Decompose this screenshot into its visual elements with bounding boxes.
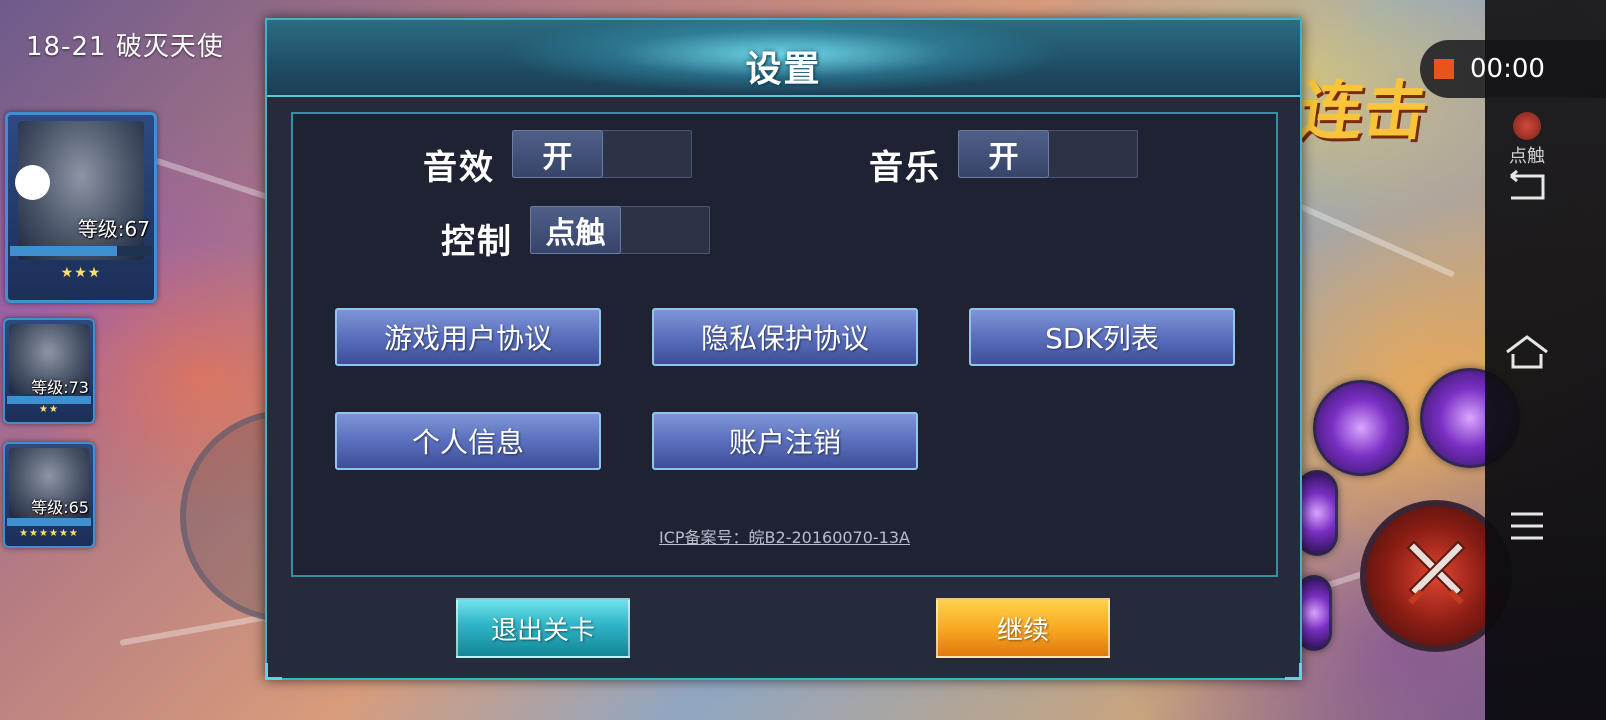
touch-indicator (15, 165, 50, 200)
tap-icon (1513, 112, 1541, 140)
hero-hp-bar (7, 396, 91, 404)
dialog-title: 设置 (745, 49, 822, 90)
settings-content: 音效 开 音乐 开 控制 点触 游戏用户协议 隐私保护协议 SDK列表 个人信息… (291, 112, 1278, 577)
sound-toggle[interactable]: 开 (512, 130, 692, 178)
hero-stars: ★★★ (60, 265, 102, 281)
icp-license-link[interactable]: ICP备案号：皖B2-20160070-13A (293, 524, 1276, 548)
stop-record-icon[interactable] (1434, 59, 1454, 79)
music-toggle[interactable]: 开 (958, 130, 1138, 178)
dialog-header: 设置 (267, 20, 1300, 97)
corner-ornament (265, 663, 282, 680)
screen-recorder[interactable]: 00:00 (1420, 40, 1606, 98)
home-icon[interactable] (1503, 332, 1551, 372)
system-nav-bar (1485, 0, 1606, 720)
record-timer: 00:00 (1470, 54, 1545, 84)
hero-stars: ★★ (39, 404, 59, 415)
skill-button[interactable] (1313, 380, 1409, 476)
hero-hp-fill (7, 518, 91, 526)
tap-mode-badge[interactable]: 点触 (1497, 112, 1557, 168)
settings-dialog: 设置 音效 开 音乐 开 控制 点触 游戏用户协议 隐私保护协议 SDK列表 个… (265, 18, 1302, 680)
hero-hp-fill (10, 246, 117, 256)
tap-mode-label: 点触 (1509, 146, 1545, 167)
hero-level: 等级:73 (31, 378, 89, 397)
stage-label: 18-21 破灭天使 (26, 32, 224, 62)
hero-level: 等级:65 (31, 498, 89, 517)
hero-card-2[interactable]: 等级:73 ★★ (3, 318, 95, 424)
menu-icon[interactable] (1503, 506, 1551, 546)
account-cancel-button[interactable]: 账户注销 (652, 412, 918, 470)
hero-card-1[interactable]: 等级:67 ★★★ (5, 112, 157, 303)
exit-level-button[interactable]: 退出关卡 (456, 598, 630, 658)
hero-hp-fill (7, 396, 91, 404)
hero-card-3[interactable]: 等级:65 ★★★★★★ (3, 442, 95, 548)
game-scene: 连击 18-21 破灭天使 等级:67 ★★★ 等级:73 ★★ 等级:65 ★… (0, 0, 1606, 720)
hero-level: 等级:67 (77, 217, 150, 241)
back-icon[interactable] (1503, 166, 1551, 206)
corner-ornament (1285, 663, 1302, 680)
privacy-policy-button[interactable]: 隐私保护协议 (652, 308, 918, 366)
user-agreement-button[interactable]: 游戏用户协议 (335, 308, 601, 366)
sdk-list-button[interactable]: SDK列表 (969, 308, 1235, 366)
skill-button[interactable] (1296, 470, 1338, 556)
personal-info-button[interactable]: 个人信息 (335, 412, 601, 470)
crossed-swords-icon (1406, 540, 1466, 605)
control-label: 控制 (441, 222, 513, 262)
hero-hp-bar (7, 518, 91, 526)
music-toggle-knob: 开 (958, 130, 1049, 178)
sound-label: 音效 (423, 148, 495, 188)
control-toggle[interactable]: 点触 (530, 206, 710, 254)
continue-button[interactable]: 继续 (936, 598, 1110, 658)
music-label: 音乐 (869, 148, 941, 188)
hero-hp-bar (10, 246, 152, 256)
hero-stars: ★★★★★★ (19, 528, 79, 539)
sound-toggle-knob: 开 (512, 130, 603, 178)
combo-banner: 连击 (1293, 74, 1433, 149)
control-toggle-knob: 点触 (530, 206, 621, 254)
